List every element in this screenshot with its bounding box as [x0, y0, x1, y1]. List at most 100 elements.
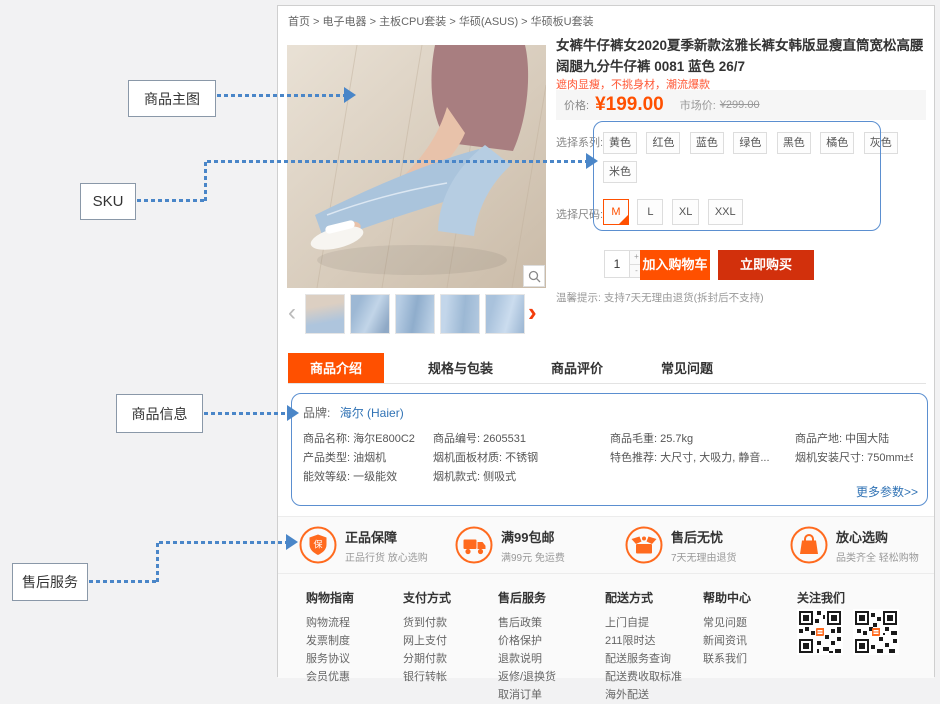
thumbnail-2[interactable] — [350, 294, 390, 334]
thumbnail-1[interactable] — [305, 294, 345, 334]
footer-link[interactable]: 新闻资讯 — [703, 632, 751, 650]
market-price-value: ¥299.00 — [720, 99, 760, 111]
footer-link[interactable]: 联系我们 — [703, 650, 751, 668]
thumbnail-3[interactable] — [395, 294, 435, 334]
annotation-arrowhead-after-sales — [286, 534, 298, 550]
add-to-cart-button[interactable]: 加入购物车 — [640, 250, 710, 280]
product-page-panel: 首页 > 电子电器 > 主板CPU套装 > 华硕(ASUS) > 华硕板U套装 — [277, 5, 935, 677]
tab-reviews[interactable]: 商品评价 — [537, 353, 617, 383]
annotation-arrowhead-sku — [586, 153, 598, 169]
return-policy-notice: 温馨提示: 支持7天无理由退货(拆封后不支持) — [556, 290, 764, 305]
thumbnail-strip — [305, 294, 527, 334]
footer-col-after-sales: 售后服务 售后政策 价格保护 退款说明 返修/退换货 取消订单 — [498, 589, 556, 704]
buy-now-button[interactable]: 立即购买 — [718, 250, 814, 280]
qr-code-1 — [797, 609, 843, 655]
service-authentic: 保 正品保障 正品行货 放心选购 — [299, 526, 428, 564]
footer-col-title: 配送方式 — [605, 589, 682, 606]
footer-col-title: 售后服务 — [498, 589, 556, 606]
service-title: 放心选购 — [836, 527, 919, 546]
footer-link[interactable]: 海外配送 — [605, 686, 682, 704]
service-desc: 正品行货 放心选购 — [345, 549, 428, 564]
gift-icon — [625, 526, 663, 564]
footer-link[interactable]: 配送服务查询 — [605, 650, 682, 668]
zoom-magnifier-button[interactable] — [523, 265, 545, 287]
product-main-image[interactable] — [287, 45, 546, 288]
service-free-shipping: 满99包邮 满99元 免运费 — [455, 526, 565, 564]
service-title: 满99包邮 — [501, 527, 565, 546]
gallery-next-button[interactable]: › — [528, 298, 537, 326]
annotation-arrow-line — [159, 541, 287, 544]
annotation-arrow-line — [137, 199, 207, 202]
footer-link[interactable]: 网上支付 — [403, 632, 451, 650]
price-value: ¥199.00 — [595, 94, 664, 116]
annotation-arrow-line — [204, 412, 288, 415]
notice-label: 温馨提示: — [556, 292, 601, 304]
model-photo-illustration — [287, 45, 546, 288]
qr-code-2 — [853, 609, 899, 655]
service-after-sales: 售后无忧 7天无理由退货 — [625, 526, 737, 564]
annotation-product-info-label: 商品信息 — [116, 394, 203, 433]
footer-link[interactable]: 211限时达 — [605, 632, 682, 650]
footer-link[interactable]: 配送费收取标准 — [605, 668, 682, 686]
service-title: 正品保障 — [345, 527, 428, 546]
annotation-main-image-label: 商品主图 — [128, 80, 216, 117]
tab-product-intro[interactable]: 商品介绍 — [288, 353, 384, 383]
footer-col-delivery: 配送方式 上门自提 211限时达 配送服务查询 配送费收取标准 海外配送 — [605, 589, 682, 704]
product-info-highlight-rect — [291, 393, 928, 506]
price-band: 价格: ¥199.00 市场价: ¥299.00 — [556, 90, 926, 120]
footer-link[interactable]: 银行转帐 — [403, 668, 451, 686]
tab-spec-packaging[interactable]: 规格与包装 — [414, 353, 507, 383]
bag-icon — [790, 526, 828, 564]
annotation-after-sales-label: 售后服务 — [12, 563, 88, 601]
annotation-arrowhead-product-info — [287, 405, 299, 421]
badge-icon: 保 — [299, 526, 337, 564]
breadcrumb[interactable]: 首页 > 电子电器 > 主板CPU套装 > 华硕(ASUS) > 华硕板U套装 — [288, 13, 594, 29]
quantity-field-wrap — [604, 250, 630, 278]
footer-link[interactable]: 退款说明 — [498, 650, 556, 668]
annotation-arrow-line — [207, 160, 587, 163]
gallery-prev-button[interactable]: ‹ — [288, 300, 296, 326]
thumbnail-4[interactable] — [440, 294, 480, 334]
footer-col-title: 关注我们 — [797, 589, 845, 606]
footer-link[interactable]: 服务协议 — [306, 650, 354, 668]
footer-col-help-center: 帮助中心 常见问题 新闻资讯 联系我们 — [703, 589, 751, 668]
footer-link[interactable]: 购物流程 — [306, 614, 354, 632]
service-guarantee-strip: 保 正品保障 正品行货 放心选购 满99包邮 满99元 免运费 — [278, 516, 934, 573]
footer-link[interactable]: 分期付款 — [403, 650, 451, 668]
price-label: 价格: — [564, 97, 589, 113]
annotation-arrow-line — [89, 580, 158, 583]
footer-col-title: 帮助中心 — [703, 589, 751, 606]
service-desc: 满99元 免运费 — [501, 549, 565, 564]
footer-link[interactable]: 价格保护 — [498, 632, 556, 650]
footer-link[interactable]: 上门自提 — [605, 614, 682, 632]
quantity-input[interactable] — [605, 251, 629, 277]
service-title: 售后无忧 — [671, 527, 737, 546]
tab-faq[interactable]: 常见问题 — [647, 353, 727, 383]
product-title: 女裤牛仔裤女2020夏季新款泫雅长裤女韩版显瘦直筒宽松高腰阔腿九分牛仔裤 008… — [556, 36, 928, 78]
annotation-arrow-line — [156, 543, 159, 583]
service-desc: 7天无理由退货 — [671, 549, 737, 564]
footer-link[interactable]: 会员优惠 — [306, 668, 354, 686]
annotation-sku-label: SKU — [80, 183, 136, 220]
footer-col-payment: 支付方式 货到付款 网上支付 分期付款 银行转帐 — [403, 589, 451, 686]
service-easy-shopping: 放心选购 品类齐全 轻松购物 — [790, 526, 919, 564]
footer-link[interactable]: 返修/退换货 — [498, 668, 556, 686]
footer-link[interactable]: 发票制度 — [306, 632, 354, 650]
footer-col-title: 支付方式 — [403, 589, 451, 606]
thumbnail-5[interactable] — [485, 294, 525, 334]
footer-link[interactable]: 取消订单 — [498, 686, 556, 704]
annotation-arrow-line — [217, 94, 344, 97]
annotation-arrowhead-main-image — [344, 87, 356, 103]
svg-text:保: 保 — [313, 539, 322, 550]
footer-link[interactable]: 售后政策 — [498, 614, 556, 632]
magnifier-icon — [528, 270, 541, 283]
footer-link[interactable]: 货到付款 — [403, 614, 451, 632]
annotation-arrow-line — [204, 162, 207, 202]
truck-icon — [455, 526, 493, 564]
site-footer: 购物指南 购物流程 发票制度 服务协议 会员优惠 支付方式 货到付款 网上支付 … — [278, 573, 934, 678]
footer-col-title: 购物指南 — [306, 589, 354, 606]
footer-link[interactable]: 常见问题 — [703, 614, 751, 632]
service-desc: 品类齐全 轻松购物 — [836, 549, 919, 564]
footer-col-shopping-guide: 购物指南 购物流程 发票制度 服务协议 会员优惠 — [306, 589, 354, 686]
sku-highlight-rect — [593, 121, 881, 231]
